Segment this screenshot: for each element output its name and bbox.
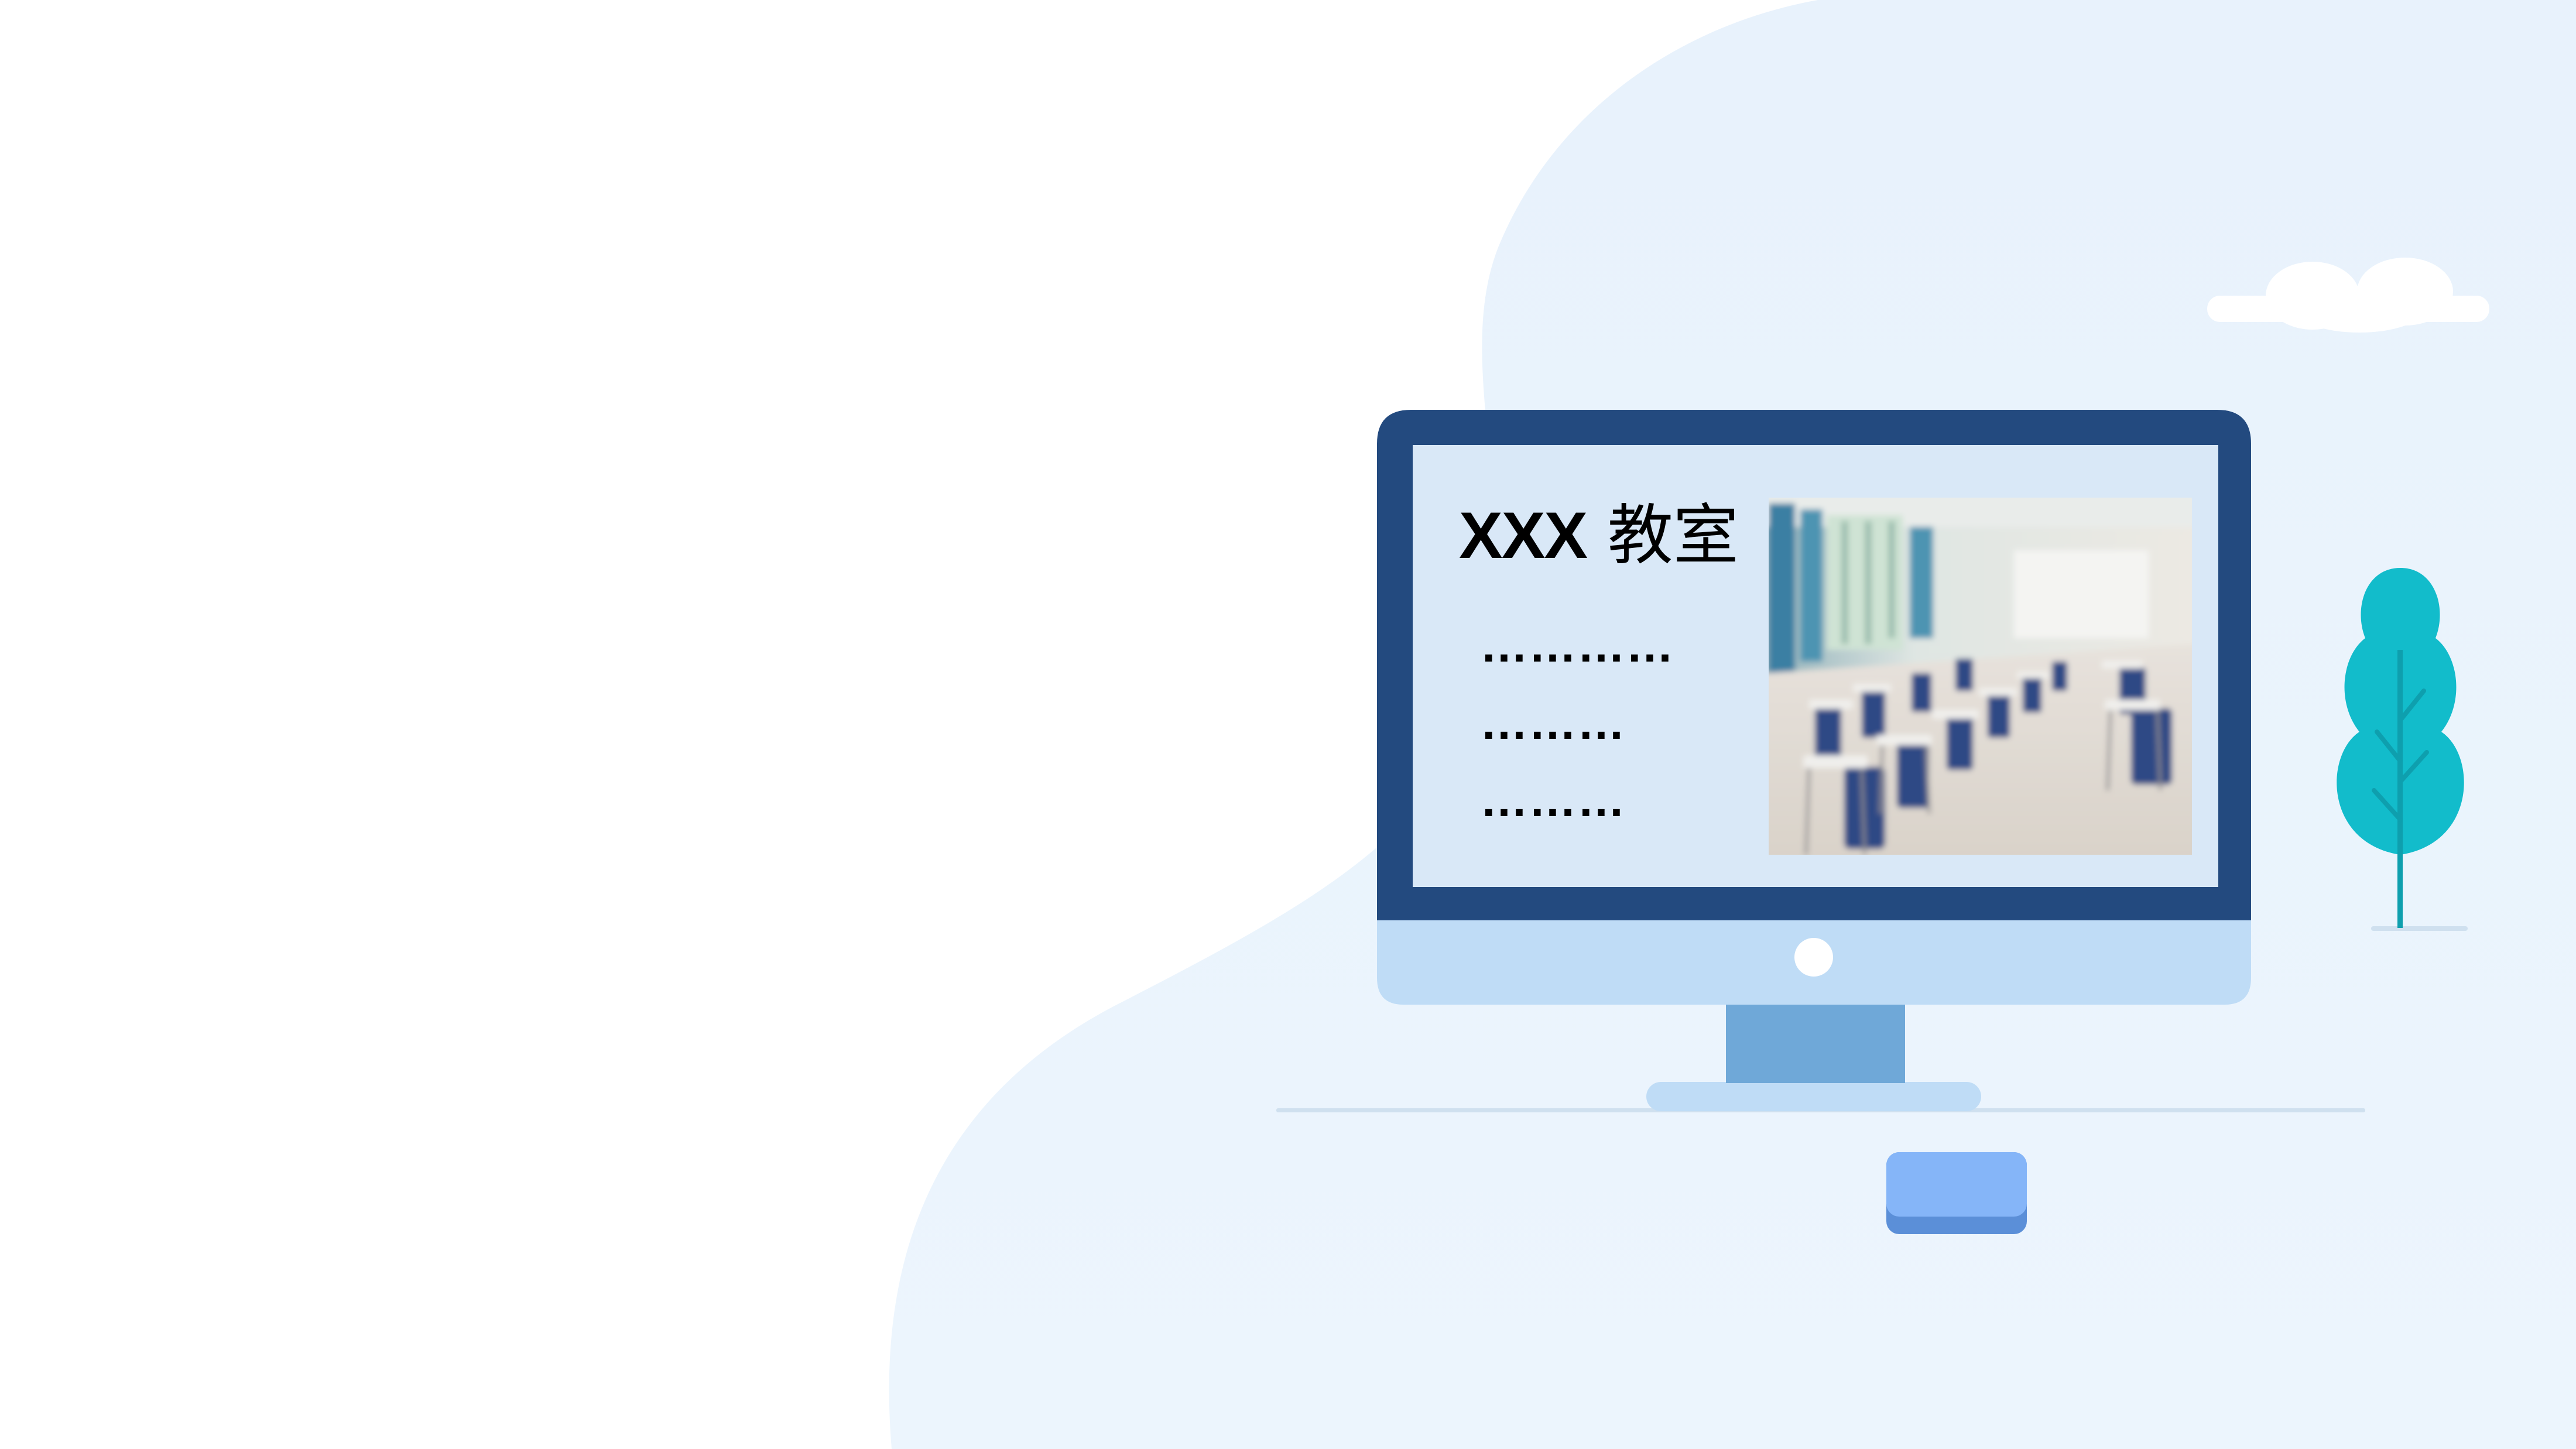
blurred-classroom-photo xyxy=(1769,498,2192,855)
illustration-scene xyxy=(889,0,2576,1449)
screen-title-cjk: 教室 xyxy=(1607,498,1739,574)
screen-line-1: ………… xyxy=(1480,619,1674,672)
screen-line-3: ……… xyxy=(1480,773,1626,827)
screen-title: XXX 教室 xyxy=(1459,498,1739,574)
screen-title-latin: XXX xyxy=(1459,499,1588,572)
screen-line-2: ……… xyxy=(1480,696,1626,749)
mouse-icon xyxy=(1886,1152,2027,1234)
